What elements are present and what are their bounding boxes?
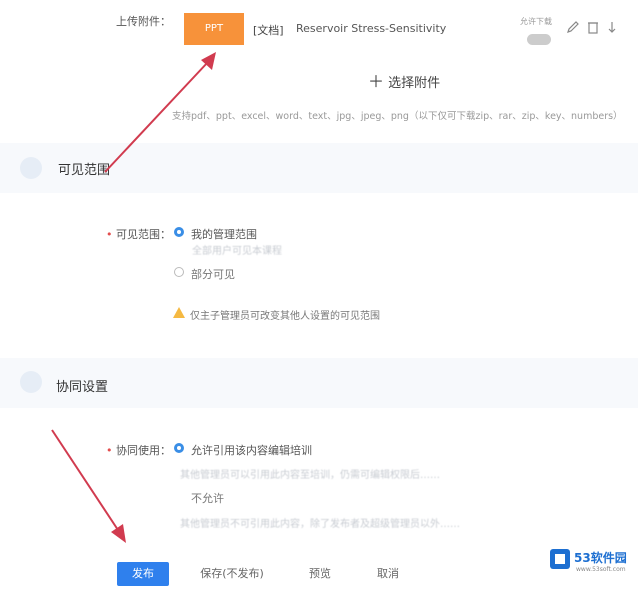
arrow-to-publish-button bbox=[51, 429, 126, 543]
watermark-brand: 53软件园 bbox=[574, 551, 627, 565]
watermark-logo-icon bbox=[550, 549, 570, 569]
watermark-url: www.53soft.com bbox=[576, 566, 626, 573]
watermark: 53软件园 www.53soft.com bbox=[550, 547, 630, 581]
arrow-to-file-badge bbox=[104, 52, 216, 173]
annotation-arrows bbox=[51, 52, 216, 543]
